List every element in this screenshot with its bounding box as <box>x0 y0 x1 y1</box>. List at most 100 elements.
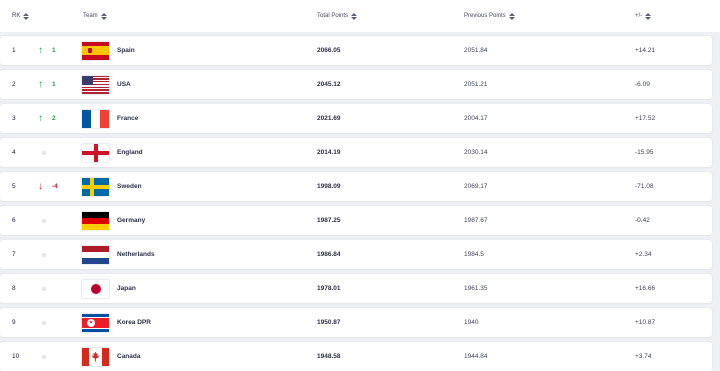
team-name[interactable]: USA <box>117 70 131 99</box>
korea-dpr-flag-icon <box>82 313 109 332</box>
team-name[interactable]: Japan <box>117 274 136 303</box>
previous-points-value: 1940 <box>464 319 479 326</box>
points-diff-value: +3.74 <box>635 353 652 360</box>
usa-flag-icon <box>82 75 109 94</box>
rank-value: 3 <box>12 115 16 122</box>
table-row[interactable]: 3 ↑ 2 France 2021.69 2004.17 +17.52 <box>0 104 712 133</box>
total-points-header-label: Total Points <box>317 13 349 19</box>
rank-value: 6 <box>12 217 16 224</box>
previous-points-value: 2051.84 <box>464 47 488 54</box>
rank-value: 4 <box>12 149 16 156</box>
rank-movement <box>38 342 46 371</box>
rank-value: 1 <box>12 47 16 54</box>
germany-flag-icon <box>82 211 109 230</box>
sort-icon <box>100 12 107 20</box>
table-row[interactable]: 2 ↑ 1 USA 2045.12 2051.21 -6.09 <box>0 70 712 99</box>
team-name[interactable]: Spain <box>117 36 135 65</box>
table-row[interactable]: 7 Netherlands 1986.84 1984.5 +2.34 <box>0 240 712 269</box>
sort-by-previous-points-header[interactable]: Previous Points <box>464 0 515 32</box>
table-row[interactable]: 10 Canada 1948.58 1944.84 +3.74 <box>0 342 712 371</box>
no-change-dot-icon <box>42 150 46 155</box>
japan-flag-icon <box>82 279 109 298</box>
sort-icon <box>645 12 652 20</box>
arrow-up-icon: ↑ <box>38 44 43 56</box>
rank-change: 2 <box>52 115 56 122</box>
sort-icon <box>23 12 30 20</box>
ranking-table: RK Team Total Points Previous Points +/-… <box>0 0 720 371</box>
previous-points-value: 1944.84 <box>464 353 488 360</box>
points-diff-value: -6.09 <box>635 81 650 88</box>
no-change-dot-icon <box>42 218 46 223</box>
previous-points-value: 2030.14 <box>464 149 488 156</box>
points-diff-value: +17.52 <box>635 115 656 122</box>
previous-points-header-label: Previous Points <box>464 13 506 19</box>
sort-by-team-header[interactable]: Team <box>83 0 107 32</box>
no-change-dot-icon <box>42 320 46 325</box>
rank-value: 9 <box>12 319 16 326</box>
arrow-down-icon: ↓ <box>38 180 43 192</box>
rank-change: -4 <box>52 183 58 190</box>
team-name[interactable]: Germany <box>117 206 145 235</box>
table-row[interactable]: 8 Japan 1978.01 1961.35 +16.66 <box>0 274 712 303</box>
table-row[interactable]: 6 Germany 1987.25 1987.67 -0.42 <box>0 206 712 235</box>
table-row[interactable]: 9 Korea DPR 1950.87 1940 +10.87 <box>0 308 712 337</box>
total-points-value: 1986.84 <box>317 251 341 258</box>
points-diff-value: -71.08 <box>635 183 654 190</box>
table-header: RK Team Total Points Previous Points +/- <box>0 0 720 32</box>
points-diff-value: +16.66 <box>635 285 656 292</box>
previous-points-value: 2004.17 <box>464 115 488 122</box>
sort-by-diff-header[interactable]: +/- <box>635 0 652 32</box>
rank-movement: ↑ 1 <box>38 36 56 65</box>
no-change-dot-icon <box>42 286 46 291</box>
table-row[interactable]: 5 ↓ -4 Sweden 1998.09 2069.17 -71.08 <box>0 172 712 201</box>
sort-by-rank-header[interactable]: RK <box>12 0 30 32</box>
netherlands-flag-icon <box>82 245 109 264</box>
team-name[interactable]: Korea DPR <box>117 308 151 337</box>
total-points-value: 1978.01 <box>317 285 341 292</box>
points-diff-value: +2.34 <box>635 251 652 258</box>
points-diff-value: +14.21 <box>635 47 656 54</box>
previous-points-value: 2069.17 <box>464 183 488 190</box>
team-name[interactable]: Sweden <box>117 172 142 201</box>
table-row[interactable]: 4 England 2014.19 2030.14 -15.95 <box>0 138 712 167</box>
england-flag-icon <box>82 143 109 162</box>
canada-flag-icon <box>82 347 109 366</box>
previous-points-value: 1961.35 <box>464 285 488 292</box>
total-points-value: 1948.58 <box>317 353 341 360</box>
previous-points-value: 1984.5 <box>464 251 484 258</box>
total-points-value: 2045.12 <box>317 81 341 88</box>
arrow-up-icon: ↑ <box>38 112 43 124</box>
rank-movement <box>38 206 46 235</box>
rank-value: 5 <box>12 183 16 190</box>
total-points-value: 1987.25 <box>317 217 341 224</box>
sweden-flag-icon <box>82 177 109 196</box>
sort-by-total-points-header[interactable]: Total Points <box>317 0 358 32</box>
rank-movement: ↓ -4 <box>38 172 58 201</box>
rank-value: 2 <box>12 81 16 88</box>
rank-movement: ↑ 1 <box>38 70 56 99</box>
total-points-value: 2014.19 <box>317 149 341 156</box>
table-row[interactable]: 1 ↑ 1 Spain 2066.05 2051.84 +14.21 <box>0 36 712 65</box>
france-flag-icon <box>82 109 109 128</box>
points-diff-value: +10.87 <box>635 319 656 326</box>
arrow-up-icon: ↑ <box>38 78 43 90</box>
rank-header-label: RK <box>12 13 21 19</box>
team-name[interactable]: France <box>117 104 138 133</box>
team-name[interactable]: England <box>117 138 143 167</box>
team-name[interactable]: Netherlands <box>117 240 155 269</box>
rank-movement <box>38 274 46 303</box>
total-points-value: 2066.05 <box>317 47 341 54</box>
rank-movement: ↑ 2 <box>38 104 56 133</box>
team-name[interactable]: Canada <box>117 342 140 371</box>
rank-value: 8 <box>12 285 16 292</box>
diff-header-label: +/- <box>635 13 643 19</box>
sort-icon <box>351 12 358 20</box>
previous-points-value: 2051.21 <box>464 81 488 88</box>
rank-change: 1 <box>52 81 56 88</box>
total-points-value: 2021.69 <box>317 115 341 122</box>
previous-points-value: 1987.67 <box>464 217 488 224</box>
no-change-dot-icon <box>42 354 46 359</box>
rank-value: 7 <box>12 251 16 258</box>
spain-flag-icon <box>82 41 109 60</box>
rank-movement <box>38 240 46 269</box>
